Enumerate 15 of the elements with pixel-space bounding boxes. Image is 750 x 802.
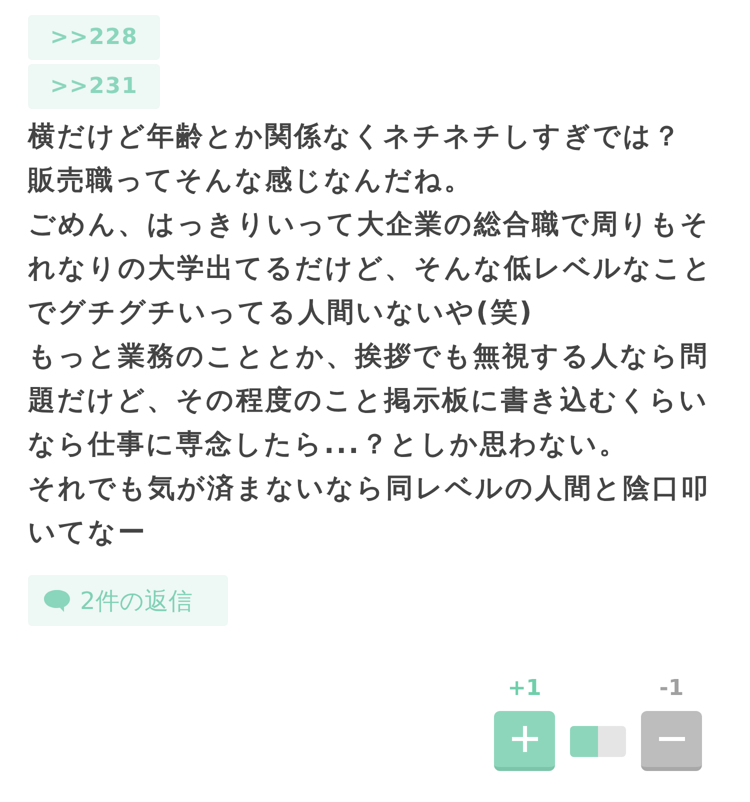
plus-icon [510, 724, 540, 754]
comment-text: 横だけど年齢とか関係なくネチネチしすぎでは？ [28, 120, 683, 154]
upvote-button[interactable] [494, 711, 555, 771]
comment-text: それでも気が済まないなら同レベルの人間と陰口叩いてなー [28, 472, 711, 550]
replies-button[interactable]: 2件の返信 [28, 575, 228, 626]
minus-icon [658, 737, 684, 741]
upvote-count: +1 [508, 675, 542, 703]
downvote-count: -1 [659, 675, 684, 703]
speech-bubble-icon [42, 588, 72, 614]
downvote-button[interactable] [641, 711, 702, 771]
comment-text: ごめん、はっきりいって大企業の総合職で周りもそれなりの大学出てるだけど、そんな低レベルなことでグチグチいってる人間いないや(笑) [28, 208, 714, 330]
quote-link[interactable]: >>231 [28, 64, 160, 109]
comment-text: 販売職ってそんな感じなんだね。 [28, 164, 474, 198]
comment-text: もっと業務のこととか、挨拶でも無視する人なら問題だけど、その程度のこと掲示板に書き込むくらいなら仕事に専念したら...？としか思わない。 [28, 340, 710, 462]
quote-link[interactable]: >>228 [28, 15, 160, 60]
